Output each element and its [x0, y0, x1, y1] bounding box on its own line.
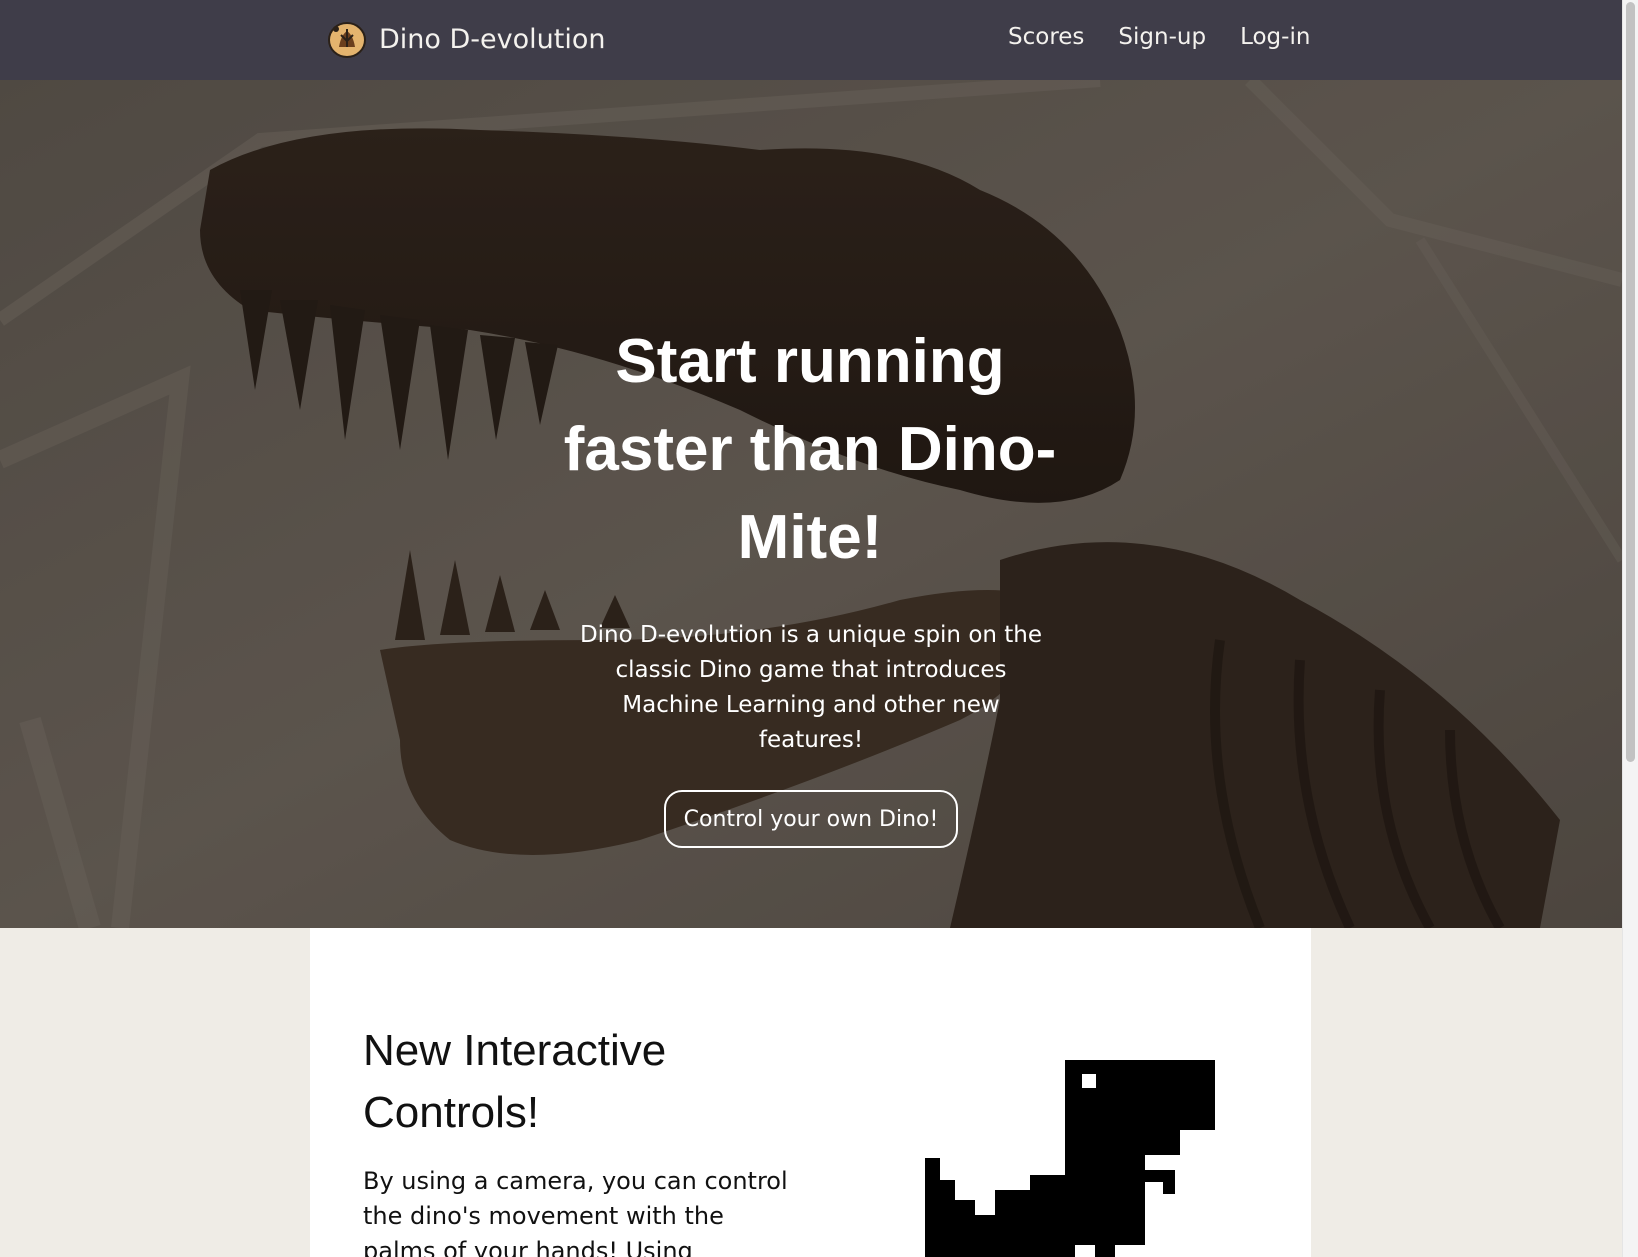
hero-section: Start running faster than Dino- Mite! Di…	[0, 80, 1622, 928]
brand-name: Dino D-evolution	[379, 23, 606, 55]
control-dino-button[interactable]: Control your own Dino!	[664, 790, 958, 848]
hero-title-line-3: Mite!	[737, 503, 883, 572]
dino-egg-logo-icon	[328, 22, 366, 58]
nav-link-sign-up[interactable]: Sign-up	[1118, 24, 1206, 50]
nav-links: Scores Sign-up Log-in	[1008, 24, 1310, 50]
nav-link-log-in[interactable]: Log-in	[1240, 24, 1310, 50]
feature-title: New Interactive Controls!	[363, 1026, 667, 1137]
hero-title-line-1: Start running	[615, 327, 1005, 396]
nav-link-scores[interactable]: Scores	[1008, 24, 1084, 50]
scrollbar-thumb[interactable]	[1626, 2, 1635, 762]
pixel-dino-icon	[925, 1060, 1215, 1257]
feature-text: By using a camera, you can control the d…	[363, 1167, 788, 1257]
hero-title: Start running faster than Dino- Mite!	[560, 318, 1060, 582]
top-navbar: Dino D-evolution Scores Sign-up Log-in	[0, 0, 1622, 80]
hero-title-line-2: faster than Dino-	[563, 415, 1057, 484]
brand[interactable]: Dino D-evolution	[327, 17, 605, 61]
hero-description: Dino D-evolution is a unique spin on the…	[579, 622, 1043, 753]
